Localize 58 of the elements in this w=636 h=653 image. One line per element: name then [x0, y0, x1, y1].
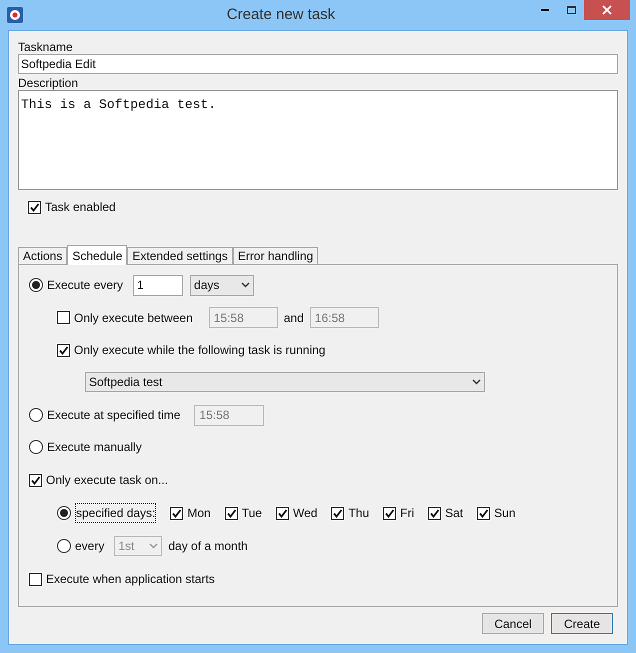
- field-label: Taskname: [18, 40, 74, 54]
- checkbox[interactable]: [57, 344, 70, 356]
- radio-button[interactable]: [29, 408, 43, 422]
- taskname-field[interactable]: Softpedia Edit: [18, 54, 618, 74]
- option-label: Tue: [242, 505, 262, 522]
- checkbox[interactable]: [276, 506, 289, 520]
- time-field[interactable]: 15:58: [194, 404, 264, 426]
- radio-button[interactable]: [57, 506, 71, 520]
- time-field[interactable]: 15:58: [208, 307, 278, 328]
- caret-icon: [149, 543, 158, 549]
- option-label: Wed: [292, 505, 318, 522]
- checkbox[interactable]: [28, 200, 41, 214]
- caret-icon: [472, 379, 481, 385]
- checkbox[interactable]: [29, 572, 42, 586]
- checkbox[interactable]: [224, 506, 238, 520]
- checkbox[interactable]: [383, 506, 396, 520]
- radio-button[interactable]: [57, 539, 71, 553]
- checkbox[interactable]: [477, 506, 490, 520]
- checkbox[interactable]: [428, 506, 442, 520]
- checkbox[interactable]: [29, 474, 42, 486]
- option-label: Execute at specified time: [47, 407, 180, 424]
- field-label: Description: [18, 76, 80, 90]
- radio-button[interactable]: [29, 278, 43, 292]
- option-label: Execute every: [47, 277, 124, 294]
- task-dropdown[interactable]: Softpedia test: [85, 372, 485, 392]
- checkbox[interactable]: [57, 311, 70, 324]
- dialog-button[interactable]: Cancel: [482, 613, 544, 634]
- close-button[interactable]: [584, 0, 630, 20]
- option-label: Thu: [348, 505, 370, 522]
- option-label: Execute manually: [47, 439, 142, 456]
- option-label: and: [284, 310, 304, 326]
- tab[interactable]: Schedule: [67, 245, 128, 265]
- tab[interactable]: Actions: [18, 247, 68, 264]
- checkbox[interactable]: [170, 506, 184, 520]
- dialog-button[interactable]: Create: [551, 613, 613, 634]
- option-label: Fri: [400, 505, 414, 522]
- time-field[interactable]: 16:58: [310, 307, 379, 328]
- description-field[interactable]: This is a Softpedia test.: [18, 90, 618, 190]
- option-label: specified days:: [75, 503, 156, 523]
- window-title: Create new task: [226, 4, 336, 25]
- interval-field[interactable]: 1: [133, 274, 184, 296]
- tab[interactable]: Error handling: [232, 247, 318, 264]
- option-label: Execute when application starts: [46, 571, 215, 588]
- option-label: Sun: [494, 505, 516, 522]
- radio-button[interactable]: [29, 440, 43, 454]
- checkbox[interactable]: [331, 506, 344, 520]
- close-icon: [602, 5, 612, 15]
- option-label: Only execute between: [74, 310, 193, 326]
- option-label: Only execute while the following task is running: [74, 342, 326, 359]
- option-label: day of a month: [168, 538, 248, 555]
- option-label: Task enabled: [45, 199, 116, 216]
- option-label: every: [75, 538, 104, 555]
- unit-dropdown[interactable]: days: [190, 274, 254, 296]
- option-label: Mon: [187, 505, 211, 522]
- option-label: Only execute task on...: [46, 472, 168, 489]
- option-label: Sat: [445, 505, 464, 522]
- tab[interactable]: Extended settings: [127, 247, 233, 264]
- caret-icon: [241, 282, 250, 288]
